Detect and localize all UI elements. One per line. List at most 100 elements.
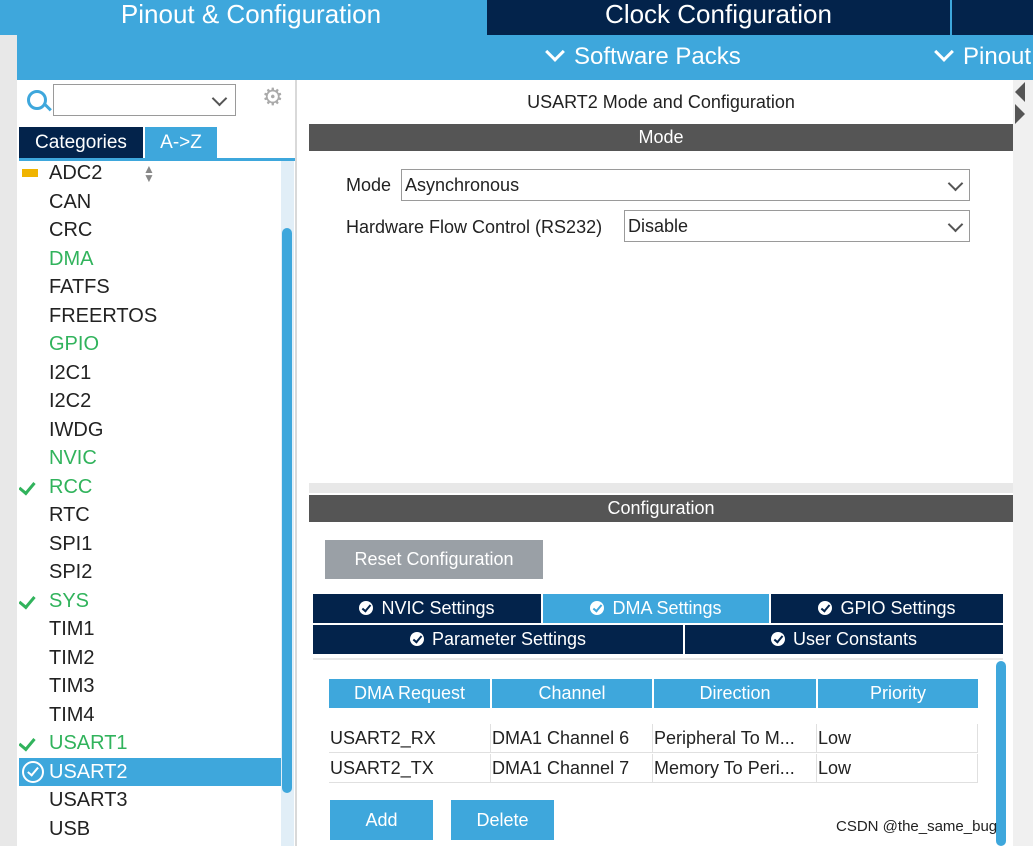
chevron-down-icon xyxy=(947,175,964,192)
sidebar-item-iwdg[interactable]: IWDG xyxy=(19,416,281,444)
table-cell-request[interactable]: USART2_RX xyxy=(329,724,491,753)
reset-configuration-button[interactable]: Reset Configuration xyxy=(325,540,543,579)
right-edge-strip xyxy=(1013,80,1033,846)
sidebar-item-tim3[interactable]: TIM3 xyxy=(19,672,281,700)
sidebar-item-label: IWDG xyxy=(49,418,104,441)
sidebar-item-tim2[interactable]: TIM2 xyxy=(19,644,281,672)
gear-icon[interactable]: ⚙ xyxy=(262,86,284,110)
sidebar-item-rcc[interactable]: RCC xyxy=(19,473,281,501)
tab-label: Parameter Settings xyxy=(431,629,587,649)
chevron-down-icon xyxy=(947,216,964,233)
table-cell-priority[interactable]: Low xyxy=(817,754,978,783)
table-cell-priority[interactable]: Low xyxy=(817,724,978,753)
check-circle-icon xyxy=(409,632,424,646)
check-icon xyxy=(19,591,36,609)
column-header-direction[interactable]: Direction xyxy=(654,679,816,708)
sidebar-item-rtc[interactable]: RTC xyxy=(19,501,281,529)
sidebar-item-crc[interactable]: CRC xyxy=(19,216,281,244)
sidebar-item-label: TIM1 xyxy=(49,618,95,640)
tab-parameter-settings[interactable]: Parameter Settings xyxy=(313,625,683,654)
check-icon xyxy=(19,733,36,752)
table-cell-channel[interactable]: DMA1 Channel 7 xyxy=(491,754,653,783)
sidebar-item-label: USART3 xyxy=(49,789,128,811)
sidebar-item-label: RCC xyxy=(49,475,93,498)
sidebar-item-tim4[interactable]: TIM4 xyxy=(19,701,281,729)
warning-icon xyxy=(22,169,38,177)
sort-icon[interactable]: ▲ ▼ xyxy=(142,163,156,184)
panel-title: USART2 Mode and Configuration xyxy=(527,92,795,112)
check-circle-icon xyxy=(22,760,44,783)
mode-select[interactable]: Asynchronous xyxy=(401,169,970,201)
sidebar-item-label: USART2 xyxy=(49,760,128,783)
add-button[interactable]: Add xyxy=(330,800,433,840)
sidebar-item-sys[interactable]: SYS xyxy=(19,587,281,615)
component-list: ADC2 CAN CRC DMA FATFS FREERTOS GPIO I2C1 I2C2 IW… xyxy=(19,163,281,846)
search-icon[interactable] xyxy=(27,90,47,110)
sidebar-item-usb[interactable]: USB xyxy=(19,815,281,843)
sidebar-item-usart1[interactable]: USART1 xyxy=(19,729,281,757)
panel-divider xyxy=(295,80,297,846)
tab-categories[interactable]: Categories xyxy=(19,127,143,158)
sidebar-item-label: CAN xyxy=(49,190,92,213)
tab-dma-settings[interactable]: DMA Settings xyxy=(543,594,769,623)
software-packs-menu[interactable]: Software Packs xyxy=(545,42,741,71)
tab-a-to-z[interactable]: A->Z xyxy=(145,127,217,158)
section-separator[interactable] xyxy=(309,483,1013,493)
sidebar-item-i2c2[interactable]: I2C2 xyxy=(19,387,281,415)
search-input[interactable] xyxy=(53,84,236,116)
tab-more[interactable] xyxy=(952,0,1033,35)
watermark: CSDN @the_same_bug xyxy=(836,818,998,835)
sidebar-item-gpio[interactable]: GPIO xyxy=(19,330,281,358)
panel-scrollbar-thumb[interactable] xyxy=(996,661,1006,846)
sidebar-item-nvic[interactable]: NVIC xyxy=(19,444,281,472)
tab-underline xyxy=(19,158,295,161)
table-cell-request[interactable]: USART2_TX xyxy=(329,754,491,783)
sidebar-item-label: USB xyxy=(49,817,91,840)
sidebar-item-label: TIM2 xyxy=(49,646,95,669)
tab-label: User Constants xyxy=(792,629,918,649)
sidebar-item-label: CRC xyxy=(49,219,93,241)
software-packs-label: Software Packs xyxy=(574,43,741,70)
sidebar-item-spi2[interactable]: SPI2 xyxy=(19,558,281,586)
sidebar-item-i2c1[interactable]: I2C1 xyxy=(19,359,281,387)
tab-nvic-settings[interactable]: NVIC Settings xyxy=(313,594,541,623)
sidebar-item-fatfs[interactable]: FATFS xyxy=(19,273,281,301)
tab-pinout-configuration[interactable]: Pinout & Configuration xyxy=(17,0,485,35)
tab-clock-configuration[interactable]: Clock Configuration xyxy=(487,0,950,35)
sidebar-item-tim1[interactable]: TIM1 xyxy=(19,615,281,643)
chevron-down-icon[interactable] xyxy=(211,90,228,107)
table-cell-direction[interactable]: Peripheral To M... xyxy=(653,724,817,753)
delete-button[interactable]: Delete xyxy=(451,800,554,840)
tab-gpio-settings[interactable]: GPIO Settings xyxy=(771,594,1003,623)
table-cell-direction[interactable]: Memory To Peri... xyxy=(653,754,817,783)
mode-label: Mode xyxy=(346,175,392,195)
sidebar-item-usart3[interactable]: USART3 xyxy=(19,786,281,814)
sidebar-item-spi1[interactable]: SPI1 xyxy=(19,530,281,558)
column-header-channel[interactable]: Channel xyxy=(492,679,652,708)
pinout-label: Pinout xyxy=(963,43,1032,70)
sidebar-item-label: RTC xyxy=(49,504,90,526)
sidebar-item-usart2[interactable]: USART2 xyxy=(19,757,281,786)
collapse-left-icon[interactable] xyxy=(1015,82,1025,102)
table-cell-channel[interactable]: DMA1 Channel 6 xyxy=(491,724,653,753)
list-scrollbar-thumb[interactable] xyxy=(282,228,292,793)
hardware-flow-control-select[interactable]: Disable xyxy=(624,210,970,242)
pinout-menu[interactable]: Pinout xyxy=(934,42,1032,71)
sidebar-item-label: NVIC xyxy=(49,447,97,469)
top-tab-bar: Pinout & Configuration Clock Configurati… xyxy=(0,0,1033,35)
tab-user-constants[interactable]: User Constants xyxy=(685,625,1003,654)
column-header-priority[interactable]: Priority xyxy=(818,679,978,708)
sidebar-item-label: ADC2 xyxy=(49,163,103,184)
sidebar-item-label: SPI2 xyxy=(49,561,93,583)
sidebar-item-dma[interactable]: DMA xyxy=(19,245,281,273)
expand-right-icon[interactable] xyxy=(1015,104,1025,124)
column-header-dma-request[interactable]: DMA Request xyxy=(329,679,490,708)
sidebar-item-can[interactable]: CAN xyxy=(19,188,281,216)
sidebar-item-label: DMA xyxy=(49,247,94,270)
sidebar-item-label: USART1 xyxy=(49,732,128,754)
sidebar-item-label: TIM3 xyxy=(49,675,95,697)
sidebar-item-label: SYS xyxy=(49,589,90,612)
check-circle-icon xyxy=(359,601,374,615)
sidebar-item-freertos[interactable]: FREERTOS xyxy=(19,302,281,330)
sidebar-item-label: I2C1 xyxy=(49,361,92,384)
